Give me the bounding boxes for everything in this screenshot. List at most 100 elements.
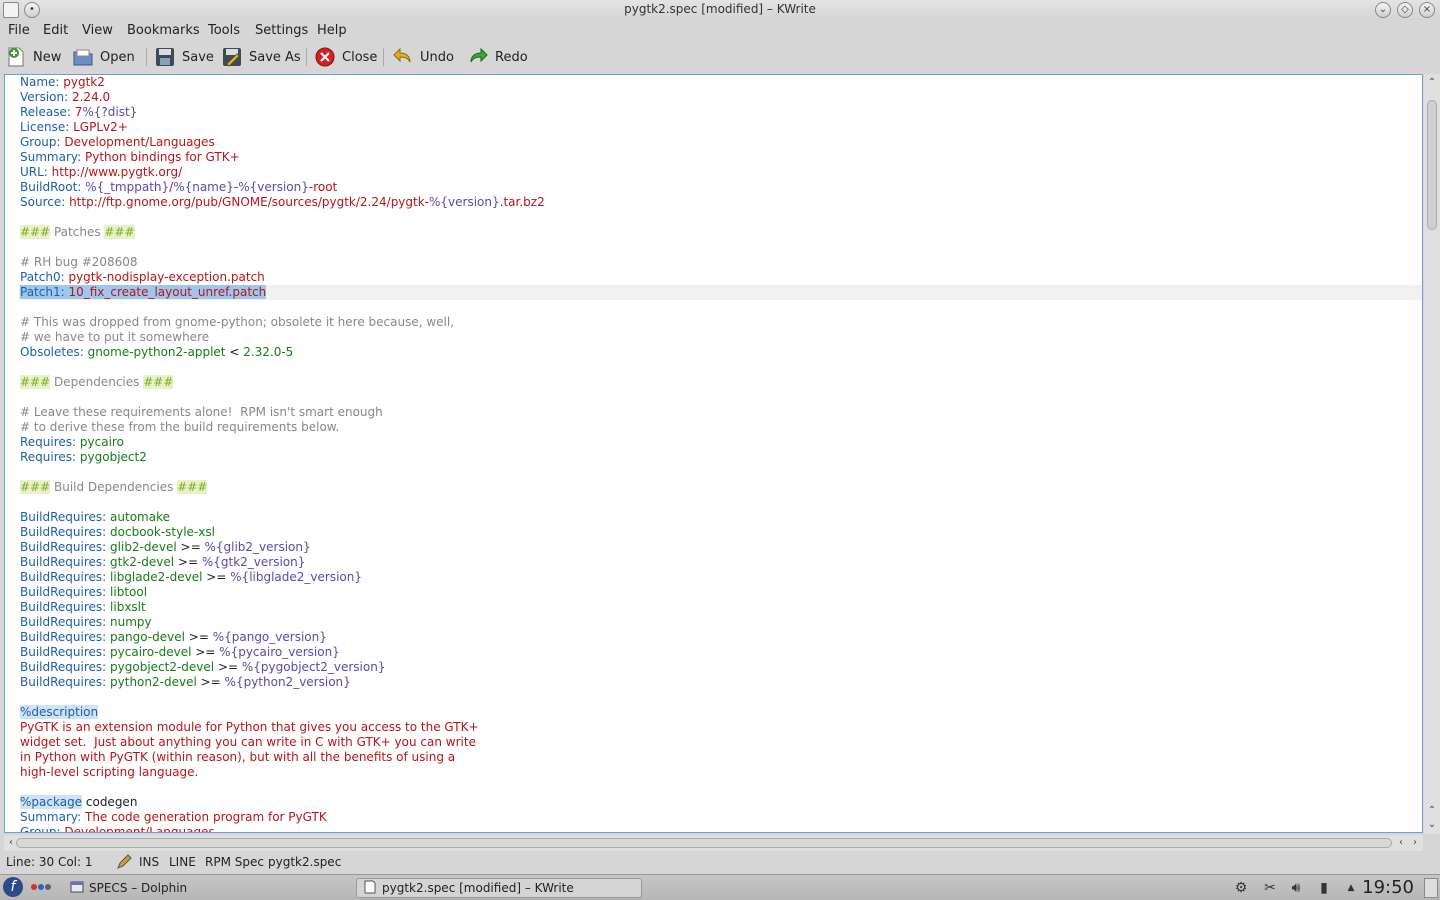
code-token: >=: [195, 645, 220, 659]
editor-line[interactable]: BuildRequires: pango-devel >= %{pango_ve…: [19, 630, 1422, 645]
editor-line[interactable]: Requires: pygobject2: [19, 450, 1422, 465]
vertical-scrollbar[interactable]: ⌃ ⌃ ⌄: [1424, 74, 1440, 834]
horizontal-scrollbar[interactable]: ‹ ‹ ›: [4, 835, 1423, 851]
editor-line[interactable]: ### Dependencies ###: [19, 375, 1422, 390]
task-kwrite[interactable]: pygtk2.spec [modified] – KWrite: [356, 878, 642, 898]
editor-line[interactable]: [19, 240, 1422, 255]
fedora-menu-icon[interactable]: f: [3, 877, 23, 897]
volume-icon[interactable]: 🔊︎: [1287, 880, 1305, 896]
menu-edit[interactable]: Edit: [43, 23, 68, 38]
editor-line[interactable]: [19, 360, 1422, 375]
code-token: BuildRequires:: [20, 585, 111, 599]
editor-line[interactable]: Requires: pycairo: [19, 435, 1422, 450]
editor-line[interactable]: Patch1: 10_fix_create_layout_unref.patch: [19, 285, 1422, 300]
editor-line[interactable]: %description: [19, 705, 1422, 720]
editor-line[interactable]: [19, 390, 1422, 405]
editor-line[interactable]: BuildRequires: libtool: [19, 585, 1422, 600]
editor-line[interactable]: [19, 780, 1422, 795]
editor-line[interactable]: BuildRequires: pygobject2-devel >= %{pyg…: [19, 660, 1422, 675]
editor-line[interactable]: # to derive these from the build require…: [19, 420, 1422, 435]
scroll-down-icon[interactable]: ⌄: [1424, 818, 1440, 832]
task-dolphin[interactable]: SPECS – Dolphin: [64, 878, 344, 898]
battery-icon[interactable]: ▮: [1315, 880, 1333, 896]
editor-line[interactable]: BuildRequires: gtk2-devel >= %{gtk2_vers…: [19, 555, 1422, 570]
editor-line[interactable]: ### Patches ###: [19, 225, 1422, 240]
scroll-up-icon[interactable]: ⌃: [1424, 76, 1440, 90]
horizontal-scroll-thumb[interactable]: [16, 838, 1392, 848]
editor-line[interactable]: %package codegen: [19, 795, 1422, 810]
desktop-toolbox-icon[interactable]: [1424, 878, 1438, 898]
vertical-scroll-thumb[interactable]: [1427, 100, 1437, 230]
editor-line[interactable]: # Leave these requirements alone! RPM is…: [19, 405, 1422, 420]
scroll-left-icon[interactable]: ‹: [1394, 835, 1408, 851]
editor-line[interactable]: # RH bug #208608: [19, 255, 1422, 270]
clock[interactable]: 19:50: [1362, 877, 1414, 898]
tray-expand-icon[interactable]: ▲: [1342, 880, 1360, 896]
editor-line[interactable]: BuildRequires: numpy: [19, 615, 1422, 630]
new-button[interactable]: New: [5, 45, 61, 69]
editor-line[interactable]: BuildRequires: docbook-style-xsl: [19, 525, 1422, 540]
window-titlebar[interactable]: • pygtk2.spec [modified] – KWrite ⌄ ◇ ×: [0, 0, 1440, 20]
input-mode[interactable]: INS: [139, 855, 159, 869]
editor-line[interactable]: BuildRequires: libglade2-devel >= %{libg…: [19, 570, 1422, 585]
code-token: Obsoletes:: [20, 345, 88, 359]
scroll-up-icon[interactable]: ⌃: [1424, 804, 1440, 818]
save-button[interactable]: Save: [154, 45, 214, 69]
editor-line[interactable]: Release: 7%{?dist}: [19, 105, 1422, 120]
minimize-icon[interactable]: ⌄: [1375, 2, 1391, 18]
editor-line[interactable]: widget set. Just about anything you can …: [19, 735, 1422, 750]
open-label: Open: [100, 49, 135, 65]
open-button[interactable]: Open: [72, 45, 135, 69]
clipboard-icon[interactable]: ✂: [1261, 880, 1279, 896]
text-editor[interactable]: Name: pygtk2 Version: 2.24.0 Release: 7%{?…: [4, 74, 1423, 833]
editor-line[interactable]: PyGTK is an extension module for Python …: [19, 720, 1422, 735]
close-button[interactable]: Close: [314, 45, 377, 69]
editor-line[interactable]: BuildRequires: pycairo-devel >= %{pycair…: [19, 645, 1422, 660]
editor-line[interactable]: [19, 690, 1422, 705]
editor-line[interactable]: # This was dropped from gnome-python; ob…: [19, 315, 1422, 330]
scroll-right-icon[interactable]: ›: [1408, 835, 1422, 851]
editor-line[interactable]: Group: Development/Languages: [19, 135, 1422, 150]
activity-dot-icon[interactable]: [45, 884, 51, 890]
editor-line[interactable]: ### Build Dependencies ###: [19, 480, 1422, 495]
editor-line[interactable]: Obsoletes: gnome-python2-applet < 2.32.0…: [19, 345, 1422, 360]
menu-settings[interactable]: Settings: [255, 23, 308, 38]
editor-line[interactable]: BuildRequires: libxslt: [19, 600, 1422, 615]
editor-line[interactable]: Source: http://ftp.gnome.org/pub/GNOME/s…: [19, 195, 1422, 210]
redo-button[interactable]: Redo: [467, 45, 528, 69]
menu-view[interactable]: View: [82, 23, 113, 38]
editor-line[interactable]: BuildRoot: %{_tmppath}/%{name}-%{version…: [19, 180, 1422, 195]
editor-line[interactable]: Name: pygtk2: [19, 75, 1422, 90]
menu-bookmarks[interactable]: Bookmarks: [127, 23, 200, 38]
activity-dot-icon[interactable]: [31, 884, 37, 890]
maximize-icon[interactable]: ◇: [1397, 2, 1413, 18]
editor-line[interactable]: [19, 495, 1422, 510]
editor-line[interactable]: License: LGPLv2+: [19, 120, 1422, 135]
editor-line[interactable]: # we have to put it somewhere: [19, 330, 1422, 345]
editor-line[interactable]: in Python with PyGTK (within reason), bu…: [19, 750, 1422, 765]
save-as-button[interactable]: Save As: [221, 45, 301, 69]
editor-line[interactable]: Summary: Python bindings for GTK+: [19, 150, 1422, 165]
editor-line[interactable]: Version: 2.24.0: [19, 90, 1422, 105]
menu-tools[interactable]: Tools: [208, 23, 240, 38]
editor-line[interactable]: Summary: The code generation program for…: [19, 810, 1422, 825]
settings-icon[interactable]: ⚙: [1232, 880, 1250, 896]
code-token: pycairo: [79, 435, 124, 449]
syntax-mode[interactable]: RPM Spec: [205, 855, 264, 869]
editor-line[interactable]: BuildRequires: python2-devel >= %{python…: [19, 675, 1422, 690]
editor-line[interactable]: BuildRequires: automake: [19, 510, 1422, 525]
editor-line[interactable]: BuildRequires: glib2-devel >= %{glib2_ve…: [19, 540, 1422, 555]
editor-line[interactable]: [19, 300, 1422, 315]
undo-button[interactable]: Undo: [392, 45, 454, 69]
editor-line[interactable]: URL: http://www.pygtk.org/: [19, 165, 1422, 180]
activity-dot-icon[interactable]: [38, 884, 44, 890]
menu-help[interactable]: Help: [317, 23, 347, 38]
menu-file[interactable]: File: [8, 23, 30, 38]
close-window-icon[interactable]: ×: [1419, 2, 1435, 18]
editor-line[interactable]: [19, 465, 1422, 480]
editor-line[interactable]: [19, 210, 1422, 225]
editor-line[interactable]: Patch0: pygtk-nodisplay-exception.patch: [19, 270, 1422, 285]
editor-line[interactable]: high-level scripting language.: [19, 765, 1422, 780]
editor-line[interactable]: Group: Development/Languages: [19, 825, 1422, 832]
selection-mode[interactable]: LINE: [169, 855, 196, 869]
